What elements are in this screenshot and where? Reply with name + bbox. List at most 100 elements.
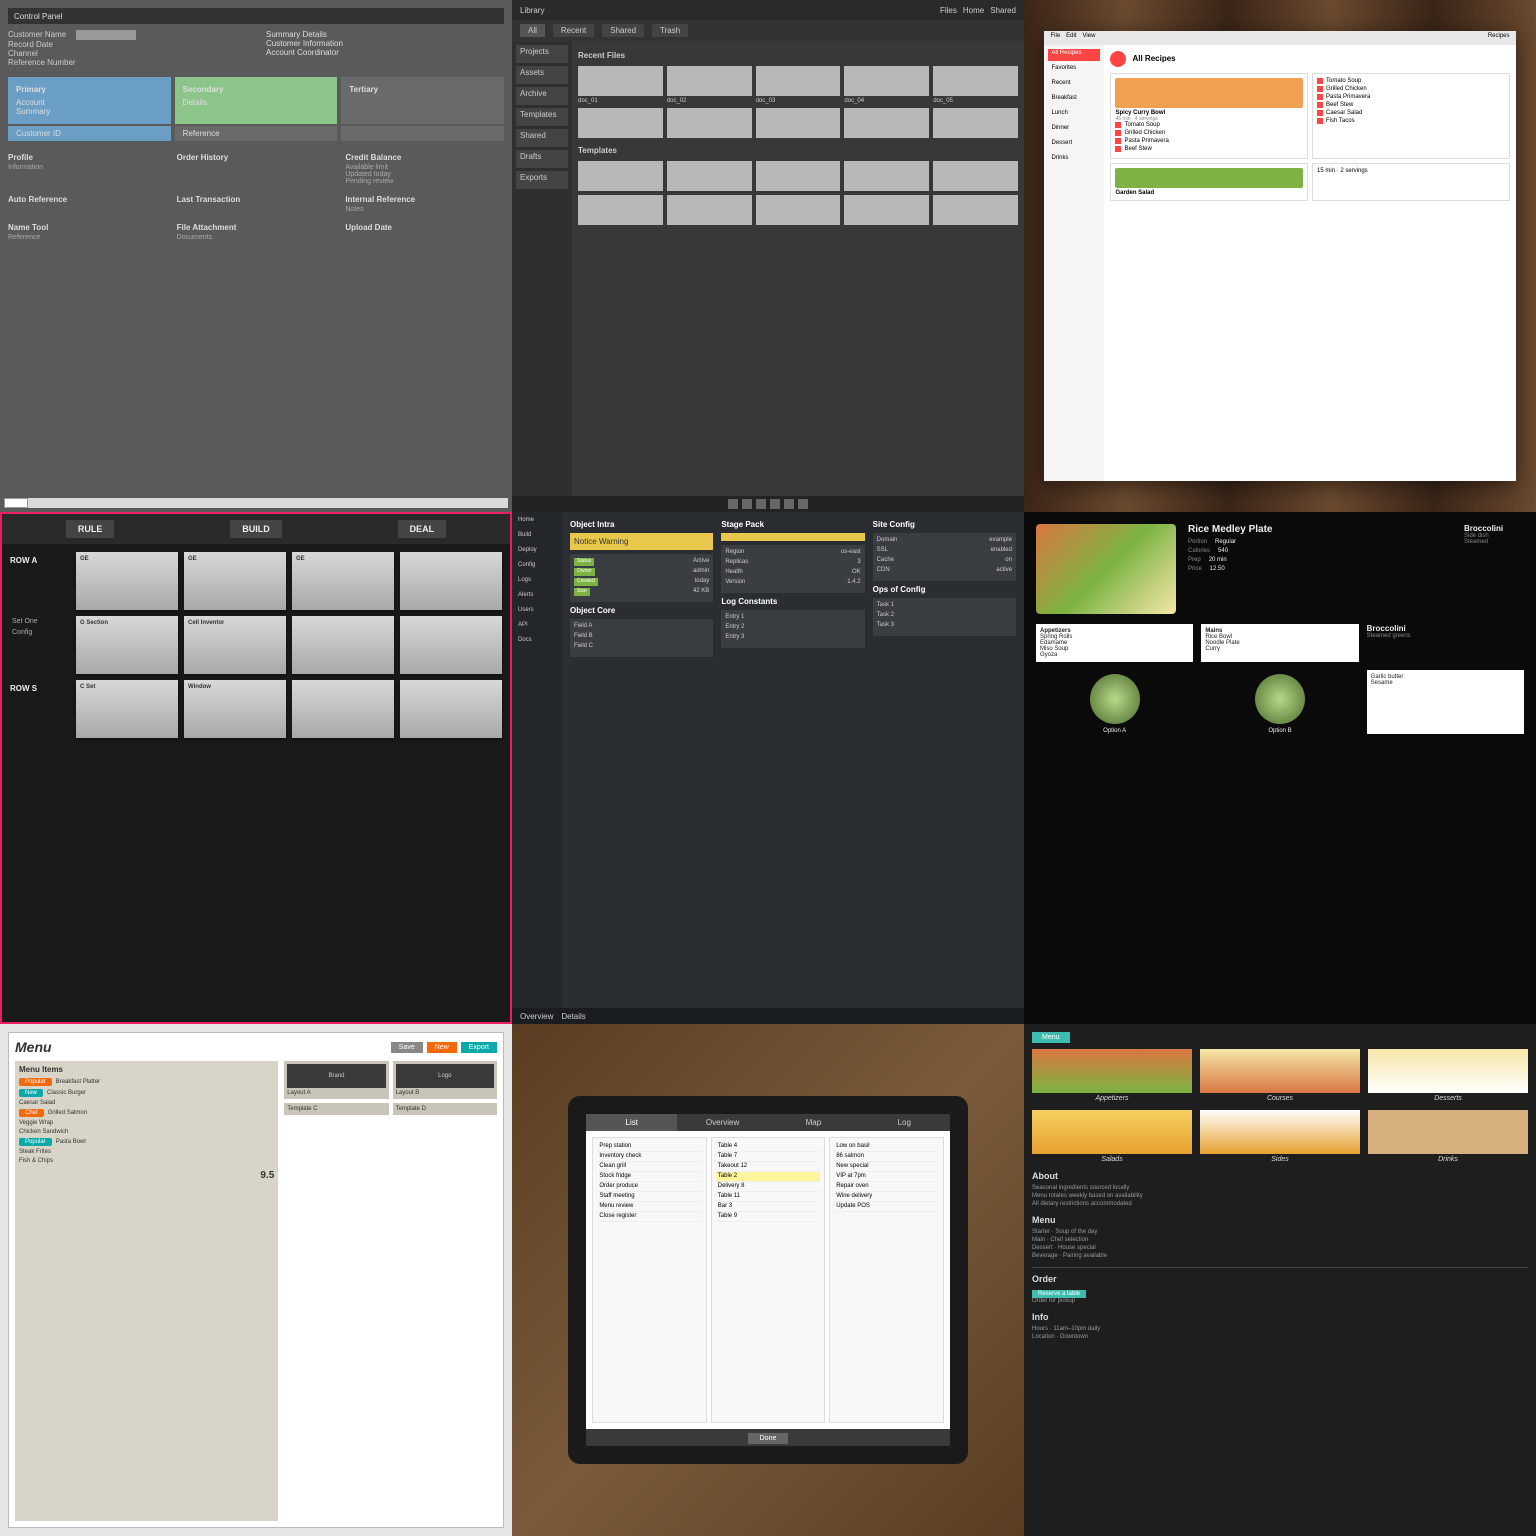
list-item[interactable]: Table 11 [716, 1192, 820, 1202]
template-card[interactable]: Template C [284, 1103, 388, 1115]
file-thumb[interactable] [933, 195, 1018, 225]
category-card[interactable]: Drinks [1368, 1110, 1528, 1163]
file-thumb[interactable] [756, 108, 841, 138]
menu-item[interactable]: ChefGrilled Salmon [19, 1109, 274, 1117]
file-thumb[interactable] [667, 108, 752, 138]
sidebar-item[interactable]: API [516, 621, 558, 633]
file-thumb[interactable] [756, 66, 841, 96]
menu-item[interactable]: Chicken Sandwich [19, 1129, 274, 1135]
task-icon[interactable] [770, 499, 780, 509]
done-button[interactable]: Done [748, 1433, 789, 1444]
task-icon[interactable] [784, 499, 794, 509]
sidebar-item[interactable]: Alerts [516, 591, 558, 603]
menu-card[interactable]: Appetizers Spring Rolls Edamame Miso Sou… [1036, 624, 1193, 662]
menu-pill[interactable]: Menu [1032, 1032, 1070, 1043]
sidebar-item[interactable]: Deploy [516, 546, 558, 558]
file-thumb[interactable] [844, 108, 929, 138]
sidebar-item[interactable]: Build [516, 531, 558, 543]
menu-item[interactable]: Fish & Chips [19, 1158, 274, 1164]
status-card-secondary[interactable]: Secondary Details [175, 77, 338, 124]
card[interactable]: C Set [76, 680, 178, 738]
recipe-card[interactable]: Garden Salad [1110, 163, 1308, 201]
sidebar-item[interactable]: Breakfast [1048, 94, 1100, 106]
sidebar-item[interactable]: Dinner [1048, 124, 1100, 136]
template-card[interactable]: Template D [393, 1103, 497, 1115]
category-card[interactable]: Salads [1032, 1110, 1192, 1163]
menu-card[interactable]: Garlic butter Sesame [1367, 670, 1524, 734]
sidebar-item[interactable]: Drinks [1048, 154, 1100, 166]
scrollbar-thumb[interactable] [4, 498, 28, 508]
file-thumb[interactable] [933, 108, 1018, 138]
task-icon[interactable] [798, 499, 808, 509]
sidebar-item-all[interactable]: All Recipes [1048, 49, 1100, 61]
menu-view[interactable]: View [1083, 33, 1096, 43]
nav-item[interactable]: Shared [990, 6, 1016, 15]
card[interactable]: Window [184, 680, 286, 738]
sidebar-item[interactable]: Lunch [1048, 109, 1100, 121]
file-thumb[interactable] [844, 195, 929, 225]
tab-shared[interactable]: Shared [602, 24, 644, 37]
list-item[interactable]: Table 4 [716, 1142, 820, 1152]
tab-overview[interactable]: Overview [677, 1114, 768, 1131]
file-thumb[interactable] [578, 161, 663, 191]
nav-link[interactable]: Overview [520, 1012, 553, 1021]
sidebar-item[interactable]: Exports [516, 171, 568, 189]
list-item[interactable]: Clean grill [597, 1162, 701, 1172]
file-thumb[interactable] [844, 66, 929, 96]
sidebar-item[interactable]: Templates [516, 108, 568, 126]
list-item[interactable]: Stock fridge [597, 1172, 701, 1182]
nav-item[interactable]: Files [940, 6, 957, 15]
sidebar-item[interactable]: Config [516, 561, 558, 573]
sidebar-item[interactable]: Recent [1048, 79, 1100, 91]
list-item[interactable]: Staff meeting [597, 1192, 701, 1202]
tab-log[interactable]: Log [859, 1114, 950, 1131]
card[interactable] [292, 680, 394, 738]
recipe-card[interactable]: Tomato Soup Grilled Chicken Pasta Primav… [1312, 73, 1510, 159]
file-thumb[interactable] [667, 195, 752, 225]
menu-file[interactable]: File [1050, 33, 1060, 43]
file-thumb[interactable] [756, 161, 841, 191]
tab-list[interactable]: List [586, 1114, 677, 1131]
menu-item[interactable]: NewClassic Burger [19, 1089, 274, 1097]
sidebar-item[interactable]: Assets [516, 66, 568, 84]
status-card-tertiary[interactable]: Tertiary [341, 77, 504, 124]
recipe-card[interactable]: Spicy Curry Bowl 45 min · 4 servings Tom… [1110, 73, 1308, 159]
card[interactable]: Cell Inventor [184, 616, 286, 674]
horizontal-scrollbar[interactable] [4, 498, 508, 508]
sidebar-item[interactable]: Archive [516, 87, 568, 105]
file-thumb[interactable] [933, 161, 1018, 191]
menu-item[interactable]: PopularBreakfast Platter [19, 1078, 274, 1086]
file-thumb[interactable] [933, 66, 1018, 96]
tab-build[interactable]: BUILD [230, 520, 282, 538]
list-item[interactable]: Close register [597, 1212, 701, 1222]
list-item[interactable]: Inventory check [597, 1152, 701, 1162]
field-input[interactable] [76, 30, 136, 40]
task-icon[interactable] [756, 499, 766, 509]
category-card[interactable]: Desserts [1368, 1049, 1528, 1102]
list-item[interactable]: Update POS [834, 1202, 938, 1212]
category-card[interactable]: Courses [1200, 1049, 1360, 1102]
card[interactable] [400, 552, 502, 610]
card[interactable] [400, 680, 502, 738]
list-item[interactable]: Table 2 [716, 1172, 820, 1182]
file-thumb[interactable] [844, 161, 929, 191]
sidebar-item[interactable]: Shared [516, 129, 568, 147]
tab-map[interactable]: Map [768, 1114, 859, 1131]
sidebar-item[interactable]: Home [516, 516, 558, 528]
file-thumb[interactable] [578, 108, 663, 138]
list-item[interactable]: Menu review [597, 1202, 701, 1212]
card[interactable]: GE [292, 552, 394, 610]
menu-item[interactable]: PopularPasta Bowl [19, 1138, 274, 1146]
file-thumb[interactable] [756, 195, 841, 225]
list-item[interactable]: Repair oven [834, 1182, 938, 1192]
tab-deal[interactable]: DEAL [398, 520, 447, 538]
nav-item[interactable]: Home [963, 6, 984, 15]
status-card-primary[interactable]: Primary Account Summary [8, 77, 171, 124]
file-thumb[interactable] [667, 161, 752, 191]
list-item[interactable]: Prep station [597, 1142, 701, 1152]
menu-item[interactable]: Steak Frites [19, 1149, 274, 1155]
list-item[interactable]: Table 7 [716, 1152, 820, 1162]
menu-item[interactable]: Caesar Salad [19, 1100, 274, 1106]
list-item[interactable]: 86 salmon [834, 1152, 938, 1162]
file-thumb[interactable] [667, 66, 752, 96]
